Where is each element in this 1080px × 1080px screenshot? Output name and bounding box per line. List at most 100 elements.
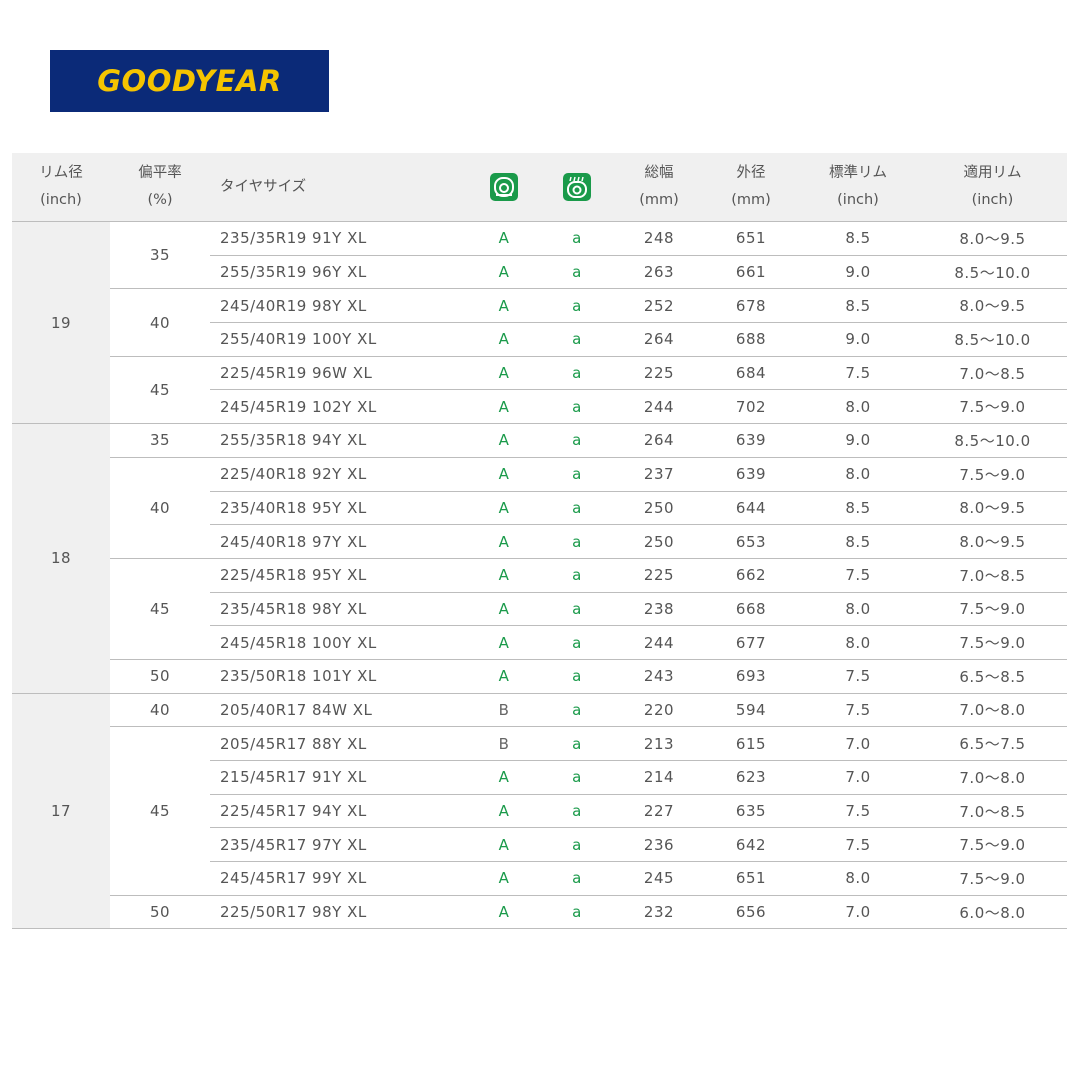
aspect-ratio-cell: 40 [110,288,210,357]
width-cell: 238 [614,592,704,627]
tire-size-cell: 225/40R18 92Y XL [210,457,468,492]
outer-diameter-cell: 693 [704,659,798,694]
applicable-rim-cell: 7.0〜8.5 [918,794,1067,829]
applicable-rim-cell: 8.5〜10.0 [918,322,1067,357]
standard-rim-cell: 8.0 [798,861,918,896]
applicable-rim-cell: 8.0〜9.5 [918,221,1067,256]
standard-rim-cell: 8.5 [798,491,918,526]
goodyear-logo: GOODYEAR [50,50,329,112]
tire-size-cell: 235/50R18 101Y XL [210,659,468,694]
standard-rim-cell: 8.0 [798,389,918,425]
outer-diameter-cell: 639 [704,457,798,492]
rolling-resistance-grade-cell: A [468,625,540,660]
rolling-resistance-grade-cell: A [468,659,540,694]
tire-size-cell: 225/45R18 95Y XL [210,558,468,593]
aspect-ratio-cell: 50 [110,659,210,694]
rolling-resistance-grade-cell: A [468,861,540,896]
tire-size-cell: 225/45R19 96W XL [210,356,468,391]
tire-size-cell: 245/45R18 100Y XL [210,625,468,660]
outer-diameter-cell: 661 [704,255,798,290]
aspect-ratio-cell: 45 [110,558,210,660]
rolling-resistance-grade-cell: A [468,457,540,492]
wet-grip-grade-cell: a [540,288,614,324]
table-row: 50 235/50R18 101Y XL Aa 243 693 7.5 6.5〜8.5 [12,659,1067,694]
standard-rim-cell: 8.0 [798,457,918,492]
standard-rim-cell: 7.5 [798,659,918,694]
rim-diameter-cell: 17 [12,693,110,930]
table-row: 40 225/40R18 92Y XL Aa 237 639 8.0 7.5〜9.0 [12,457,1067,559]
table-row: 45 225/45R19 96W XL Aa 225 684 7.5 7.0〜8.5 [12,356,1067,425]
table-row: 19 35 235/35R19 91Y XL Aa 248 651 8.5 8.0〜9.5 [12,221,1067,425]
width-cell: 227 [614,794,704,829]
standard-rim-cell: 7.0 [798,726,918,761]
tire-size-cell: 255/40R19 100Y XL [210,322,468,357]
width-cell: 213 [614,726,704,761]
aspect-ratio-cell: 45 [110,356,210,425]
rolling-resistance-grade-cell: A [468,491,540,526]
standard-rim-cell: 9.0 [798,423,918,458]
wet-grip-icon [563,173,591,201]
applicable-rim-cell: 8.0〜9.5 [918,524,1067,559]
rolling-resistance-grade-cell: A [468,221,540,256]
wet-grip-grade-cell: a [540,423,614,458]
wet-grip-grade-cell: a [540,760,614,795]
tire-size-cell: 245/40R18 97Y XL [210,524,468,559]
applicable-rim-cell: 8.5〜10.0 [918,423,1067,458]
width-cell: 252 [614,288,704,324]
tire-size-cell: 225/50R17 98Y XL [210,895,468,930]
applicable-rim-cell: 7.5〜9.0 [918,861,1067,896]
tire-size-cell: 235/45R17 97Y XL [210,827,468,863]
rolling-resistance-grade-cell: B [468,693,540,728]
rolling-resistance-grade-cell: A [468,288,540,324]
tire-size-cell: 245/40R19 98Y XL [210,288,468,324]
width-cell: 225 [614,356,704,391]
tire-size-cell: 255/35R19 96Y XL [210,255,468,290]
header-rolling-resistance [468,153,540,222]
wet-grip-grade-cell: a [540,389,614,425]
rolling-resistance-grade-cell: A [468,255,540,290]
standard-rim-cell: 8.0 [798,625,918,660]
tire-size-cell: 245/45R17 99Y XL [210,861,468,896]
width-cell: 232 [614,895,704,930]
tire-size-table: リム径 (inch) 偏平率 (%) タイヤサイズ 総幅 (mm) 外径 (mm… [12,153,1067,930]
rolling-resistance-icon [490,173,518,201]
width-cell: 264 [614,423,704,458]
wet-grip-grade-cell: a [540,491,614,526]
outer-diameter-cell: 702 [704,389,798,425]
wet-grip-grade-cell: a [540,322,614,357]
rolling-resistance-grade-cell: A [468,524,540,559]
table-body: 19 35 235/35R19 91Y XL Aa 248 651 8.5 8.0〜9.5 25… [12,221,1067,930]
standard-rim-cell: 8.5 [798,288,918,324]
table-row: 18 35 255/35R18 94Y XL Aa 264 639 9.0 8.5〜10.0 [12,423,1067,694]
outer-diameter-cell: 684 [704,356,798,391]
outer-diameter-cell: 623 [704,760,798,795]
header-wet-grip [540,153,614,222]
aspect-ratio-cell: 35 [110,423,210,458]
table-row: 50 225/50R17 98Y XL Aa 232 656 7.0 6.0〜8.0 [12,895,1067,930]
applicable-rim-cell: 8.0〜9.5 [918,288,1067,324]
applicable-rim-cell: 8.5〜10.0 [918,255,1067,290]
header-tire-size: タイヤサイズ [210,153,468,222]
standard-rim-cell: 7.5 [798,693,918,728]
tire-size-cell: 245/45R19 102Y XL [210,389,468,425]
rim-diameter-cell: 19 [12,221,110,425]
applicable-rim-cell: 7.5〜9.0 [918,592,1067,627]
table-row: 40 245/40R19 98Y XL Aa 252 678 8.5 8.0〜9.5 [12,288,1067,357]
rolling-resistance-grade-cell: A [468,558,540,593]
outer-diameter-cell: 688 [704,322,798,357]
wet-grip-grade-cell: a [540,625,614,660]
rolling-resistance-grade-cell: A [468,322,540,357]
tire-size-cell: 205/40R17 84W XL [210,693,468,728]
table-header-row: リム径 (inch) 偏平率 (%) タイヤサイズ 総幅 (mm) 外径 (mm… [12,153,1067,222]
tire-size-cell: 235/40R18 95Y XL [210,491,468,526]
outer-diameter-cell: 615 [704,726,798,761]
tire-size-cell: 225/45R17 94Y XL [210,794,468,829]
applicable-rim-cell: 7.5〜9.0 [918,827,1067,863]
outer-diameter-cell: 668 [704,592,798,627]
applicable-rim-cell: 7.0〜8.5 [918,356,1067,391]
rolling-resistance-grade-cell: A [468,827,540,863]
header-rim-diameter: リム径 (inch) [12,153,110,222]
tire-size-cell: 235/45R18 98Y XL [210,592,468,627]
wet-grip-grade-cell: a [540,592,614,627]
standard-rim-cell: 7.0 [798,895,918,930]
